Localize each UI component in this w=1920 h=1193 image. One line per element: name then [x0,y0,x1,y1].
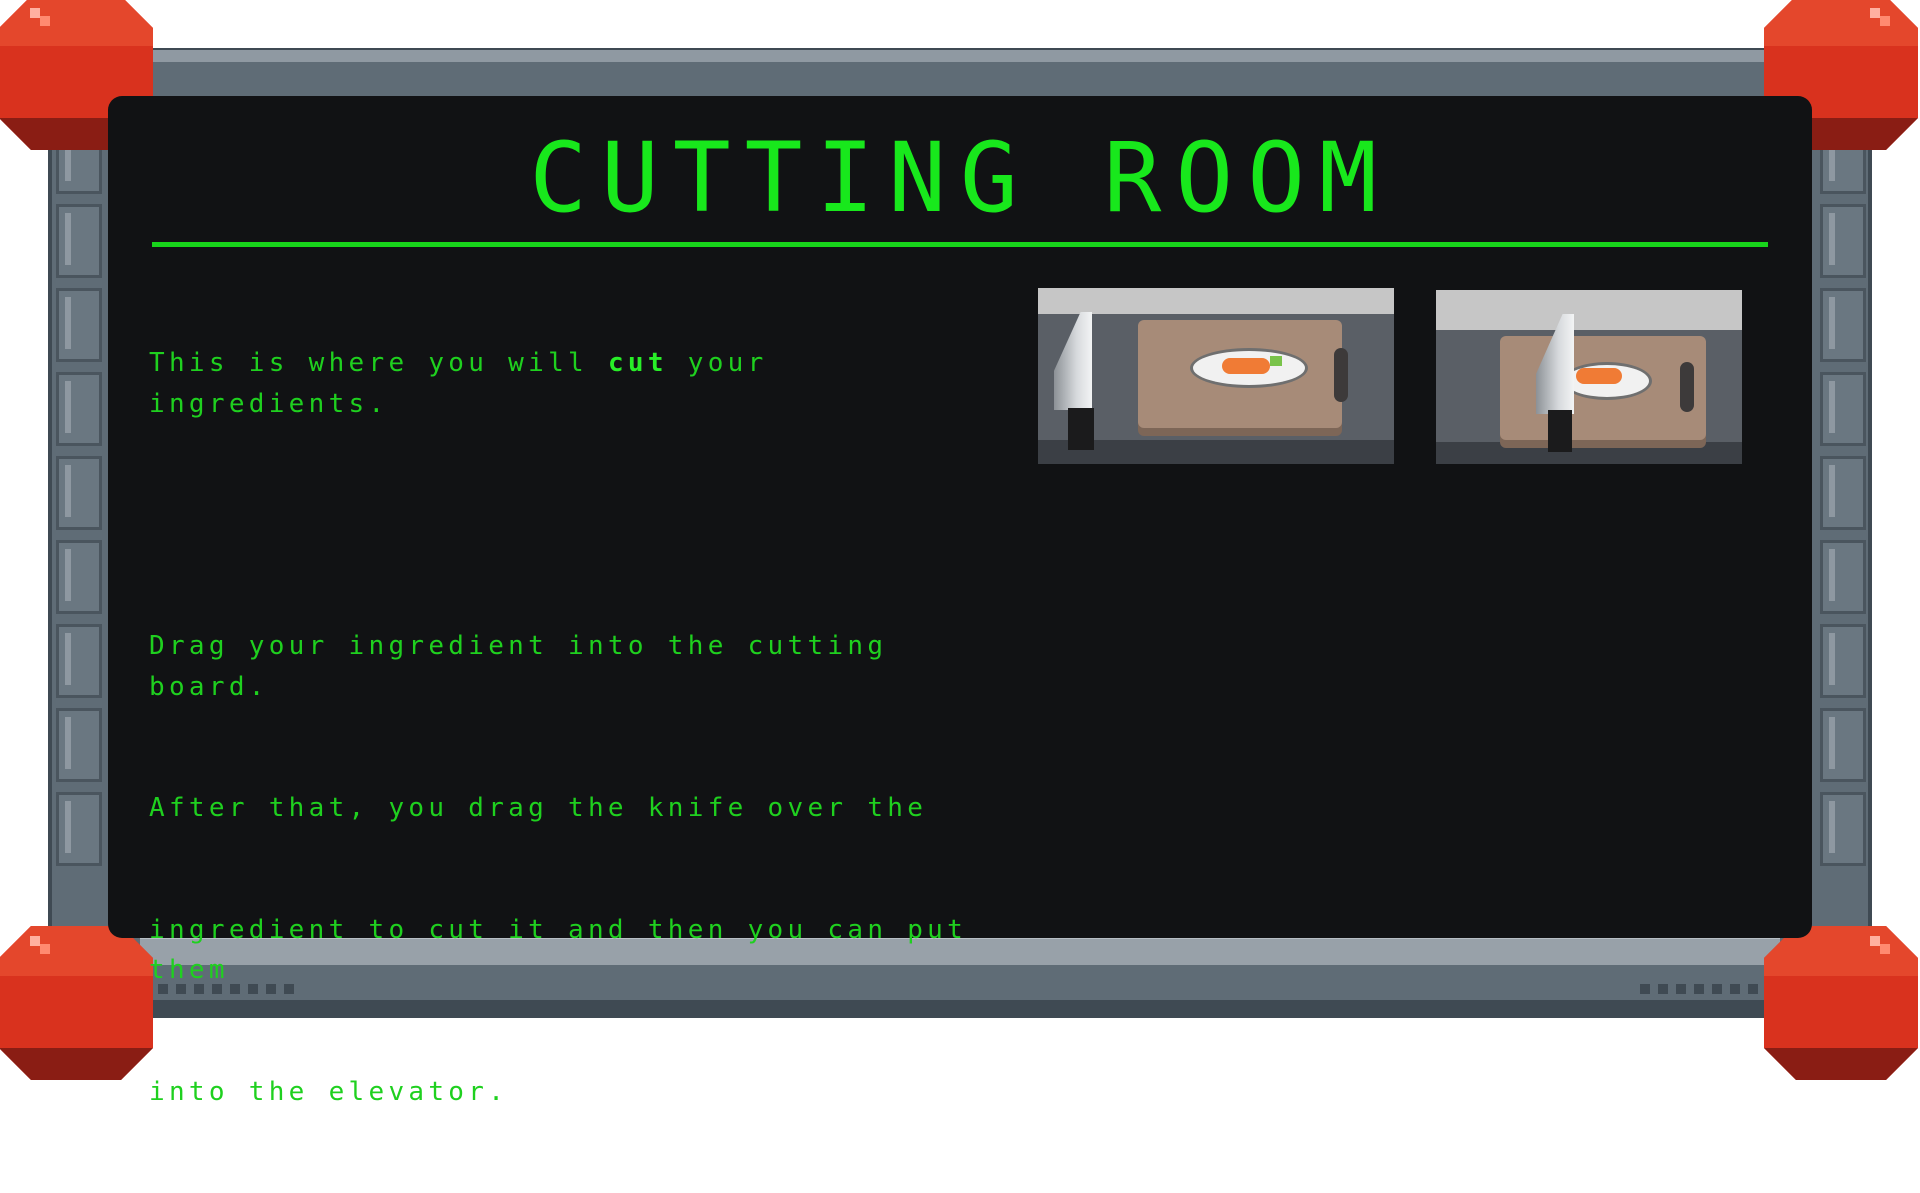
description-emphasis: cut [607,348,668,378]
carrot-leaf-icon [1270,356,1282,366]
illustration-cutting [1436,290,1742,464]
cutting-board-handle [1680,362,1694,412]
carrot-pieces-icon [1576,368,1622,384]
cutting-board-handle [1334,348,1348,402]
title-divider [152,242,1768,247]
tutorial-description: This is where you will cut your ingredie… [149,262,1009,1193]
description-text: This is where you will [149,348,608,378]
description-line-2: Drag your ingredient into the cutting bo… [149,631,908,702]
frame-right-panel [1814,120,1870,930]
knife-handle [1548,410,1572,452]
illustration-uncut [1038,288,1394,464]
description-line-1: This is where you will cut your ingredie… [149,343,1009,424]
tutorial-screen: CUTTING ROOM This is where you will cut … [108,96,1812,1107]
description-line-5: into the elevator. [149,1076,509,1107]
description-line-3: After that, you drag the knife over the [149,793,928,823]
carrot-icon [1222,358,1270,374]
frame-rivets-right [1640,984,1776,994]
frame-top-highlight [150,50,1770,62]
frame-left-panel [50,120,106,930]
knife-handle [1068,408,1094,450]
page-title: CUTTING ROOM [529,122,1391,234]
description-line-4: ingredient to cut it and then you can pu… [149,914,988,986]
